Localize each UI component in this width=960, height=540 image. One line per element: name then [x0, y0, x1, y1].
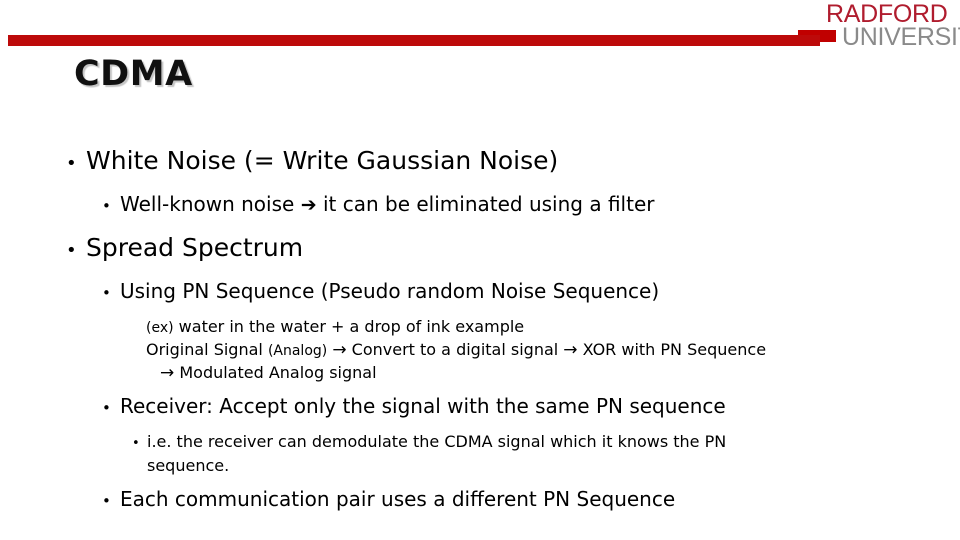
bullet-using-pn-label: Using PN Sequence (Pseudo random Noise S…	[120, 279, 660, 303]
bullet-white-noise-label: White Noise (= Write Gaussian Noise)	[86, 146, 559, 175]
signal-chain-part4: Modulated Analog signal	[179, 363, 377, 382]
bullet-well-known-noise: • Well-known noise ➔ it can be eliminated…	[102, 188, 920, 223]
ex-label: (ex)	[146, 320, 174, 336]
bullet-dot-icon: •	[132, 436, 140, 451]
signal-chain-part1: Original Signal	[146, 340, 263, 359]
bullet-dot-icon: •	[102, 492, 111, 510]
bullet-receiver: • Receiver: Accept only the signal with t…	[102, 390, 920, 425]
logo-wordmark-university: UNIVERSITY	[842, 23, 960, 51]
slide: RADFORD UNIVERSITY CDMA • White Noise (= …	[0, 0, 960, 540]
arrow-right-icon: →	[332, 340, 347, 360]
text-signal-chain-line1: Original Signal (Analog) → Convert to a …	[146, 339, 920, 362]
bullet-dot-icon: •	[102, 399, 111, 417]
bullet-using-pn-sequence: • Using PN Sequence (Pseudo random Noise …	[102, 275, 920, 310]
arrow-right-icon: →	[160, 363, 175, 383]
signal-chain-part2: Convert to a digital signal	[351, 340, 559, 359]
bullet-dot-icon: •	[102, 284, 111, 302]
bullet-receiver-label: Receiver: Accept only the signal with th…	[120, 394, 726, 418]
bullet-dot-icon: •	[66, 240, 77, 261]
text-ex-example: (ex) water in the water + a drop of ink …	[146, 316, 920, 339]
receiver-detail-continuation: sequence.	[147, 455, 920, 477]
bullet-dot-icon: •	[66, 153, 77, 174]
bullet-receiver-detail: • i.e. the receiver can demodulate the CD…	[132, 431, 920, 455]
receiver-detail-line1: i.e. the receiver can demodulate the CDM…	[147, 432, 727, 451]
bullet-each-pair: • Each communication pair uses a differen…	[102, 483, 920, 518]
radford-university-logo: RADFORD UNIVERSITY	[798, 2, 960, 52]
signal-chain-part3: XOR with PN Sequence	[582, 340, 767, 359]
arrow-right-bold-icon: ➔	[300, 194, 317, 216]
well-known-before-text: Well-known noise	[120, 192, 295, 216]
signal-chain-paren: (Analog)	[267, 343, 328, 359]
well-known-after-text: it can be eliminated using a filter	[322, 192, 655, 216]
page-title: CDMA	[74, 54, 193, 94]
bullet-spread-spectrum: • Spread Spectrum	[66, 229, 920, 270]
bullet-spread-spectrum-label: Spread Spectrum	[86, 233, 304, 262]
arrow-right-icon: →	[563, 340, 578, 360]
bullet-each-pair-label: Each communication pair uses a different…	[120, 487, 676, 511]
bullet-white-noise: • White Noise (= Write Gaussian Noise)	[66, 142, 920, 183]
bullet-dot-icon: •	[102, 197, 111, 215]
slide-body: • White Noise (= Write Gaussian Noise) • W…	[60, 142, 920, 518]
text-signal-chain-line2: → Modulated Analog signal	[160, 362, 920, 384]
receiver-detail-line2: sequence.	[147, 456, 230, 475]
ex-example-text: water in the water + a drop of ink examp…	[178, 317, 525, 336]
header-red-rule	[8, 35, 820, 46]
